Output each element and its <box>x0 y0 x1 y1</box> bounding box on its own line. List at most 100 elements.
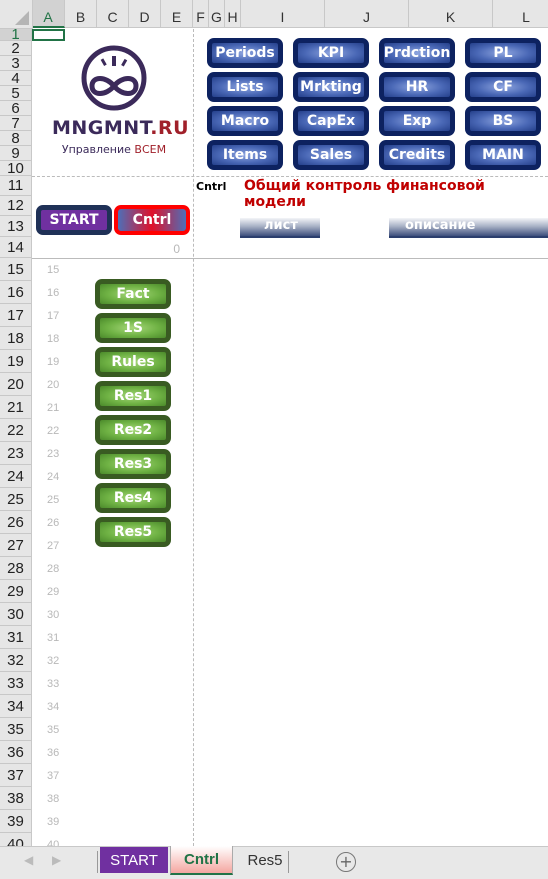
row-header-38[interactable]: 38 <box>0 787 32 810</box>
row-index-value: 20 <box>47 379 60 391</box>
row-header-11[interactable]: 11 <box>0 176 32 196</box>
nav-button-kpi[interactable]: KPI <box>293 38 369 68</box>
row-header-39[interactable]: 39 <box>0 810 32 833</box>
nav-button-cf[interactable]: CF <box>465 72 541 102</box>
row-header-1[interactable]: 1 <box>0 29 32 41</box>
row-header-6[interactable]: 6 <box>0 101 32 116</box>
row-header-34[interactable]: 34 <box>0 695 32 718</box>
column-header-i[interactable]: I <box>241 0 325 28</box>
nav-button-exp[interactable]: Exp <box>379 106 455 136</box>
column-header-g[interactable]: G <box>209 0 225 28</box>
nav-button-main[interactable]: MAIN <box>465 140 541 170</box>
row-header-28[interactable]: 28 <box>0 557 32 580</box>
nav-button-mrkting[interactable]: Mrkting <box>293 72 369 102</box>
row-header-29[interactable]: 29 <box>0 580 32 603</box>
row-header-33[interactable]: 33 <box>0 672 32 695</box>
tab-res5[interactable]: Res5 <box>240 847 290 873</box>
row-header-18[interactable]: 18 <box>0 327 32 350</box>
column-header-j[interactable]: J <box>325 0 409 28</box>
scroll-left-icon[interactable]: ◀ <box>24 853 33 867</box>
row-index-value: 29 <box>47 586 60 598</box>
nav-button-capex[interactable]: CapEx <box>293 106 369 136</box>
nav-button-pl[interactable]: PL <box>465 38 541 68</box>
side-button-res2[interactable]: Res2 <box>95 415 171 445</box>
logo-brand: MNGMNT.RU <box>52 117 189 139</box>
side-button-res4[interactable]: Res4 <box>95 483 171 513</box>
logo-tagline: Управление ВСЕМ <box>52 143 176 156</box>
nav-button-items[interactable]: Items <box>207 140 283 170</box>
row-header-3[interactable]: 3 <box>0 56 32 71</box>
row-index-value: 31 <box>47 632 60 644</box>
column-header-e[interactable]: E <box>161 0 193 28</box>
nav-button-macro[interactable]: Macro <box>207 106 283 136</box>
row-index-value: 25 <box>47 494 60 506</box>
column-header-d[interactable]: D <box>129 0 161 28</box>
side-button-res5[interactable]: Res5 <box>95 517 171 547</box>
side-button-1s[interactable]: 1S <box>95 313 171 343</box>
row-header-36[interactable]: 36 <box>0 741 32 764</box>
row-header-23[interactable]: 23 <box>0 442 32 465</box>
row-header-7[interactable]: 7 <box>0 116 32 131</box>
nav-button-credits[interactable]: Credits <box>379 140 455 170</box>
nav-button-sales[interactable]: Sales <box>293 140 369 170</box>
row-header-17[interactable]: 17 <box>0 304 32 327</box>
row-header-32[interactable]: 32 <box>0 649 32 672</box>
row-header-25[interactable]: 25 <box>0 488 32 511</box>
row-header-5[interactable]: 5 <box>0 86 32 101</box>
tab-cntrl[interactable]: Cntrl <box>170 846 233 875</box>
row-header-13[interactable]: 13 <box>0 216 32 237</box>
row-header-10[interactable]: 10 <box>0 161 32 176</box>
row-header-16[interactable]: 16 <box>0 281 32 304</box>
side-button-res1[interactable]: Res1 <box>95 381 171 411</box>
scroll-right-icon[interactable]: ▶ <box>52 853 61 867</box>
row-header-12[interactable]: 12 <box>0 196 32 216</box>
sheet-title: Общий контроль финансовой модели <box>244 178 485 210</box>
row-header-27[interactable]: 27 <box>0 534 32 557</box>
row-index-value: 24 <box>47 471 60 483</box>
column-header-b[interactable]: B <box>65 0 97 28</box>
side-button-rules[interactable]: Rules <box>95 347 171 377</box>
row-index-value: 39 <box>47 816 60 828</box>
tagline-accent: ВСЕМ <box>134 143 167 156</box>
column-header-f[interactable]: F <box>193 0 209 28</box>
active-cell-a1[interactable] <box>32 29 65 41</box>
tab-start[interactable]: START <box>100 847 168 873</box>
row-header-15[interactable]: 15 <box>0 258 32 281</box>
row-index-value: 37 <box>47 770 60 782</box>
row-header-19[interactable]: 19 <box>0 350 32 373</box>
row-header-24[interactable]: 24 <box>0 465 32 488</box>
row-header-20[interactable]: 20 <box>0 373 32 396</box>
side-button-res3[interactable]: Res3 <box>95 449 171 479</box>
row-header-9[interactable]: 9 <box>0 146 32 161</box>
nav-button-periods[interactable]: Periods <box>207 38 283 68</box>
page-break-line <box>193 29 194 846</box>
row-header-31[interactable]: 31 <box>0 626 32 649</box>
row-header-37[interactable]: 37 <box>0 764 32 787</box>
column-header-k[interactable]: K <box>409 0 493 28</box>
nav-button-prdction[interactable]: Prdction <box>379 38 455 68</box>
row-header-35[interactable]: 35 <box>0 718 32 741</box>
row-header-8[interactable]: 8 <box>0 131 32 146</box>
row-header-14[interactable]: 14 <box>0 237 32 258</box>
cntrl-button[interactable]: Cntrl <box>114 205 190 235</box>
row-header-22[interactable]: 22 <box>0 419 32 442</box>
row-header-30[interactable]: 30 <box>0 603 32 626</box>
row-header-4[interactable]: 4 <box>0 71 32 86</box>
row-header-21[interactable]: 21 <box>0 396 32 419</box>
row-header-26[interactable]: 26 <box>0 511 32 534</box>
row-index-value: 36 <box>47 747 60 759</box>
row-index-value: 27 <box>47 540 60 552</box>
column-header-c[interactable]: C <box>97 0 129 28</box>
row-index-value: 30 <box>47 609 60 621</box>
nav-button-bs[interactable]: BS <box>465 106 541 136</box>
side-button-fact[interactable]: Fact <box>95 279 171 309</box>
nav-button-hr[interactable]: HR <box>379 72 455 102</box>
nav-button-lists[interactable]: Lists <box>207 72 283 102</box>
add-sheet-icon[interactable]: + <box>336 852 356 872</box>
column-header-h[interactable]: H <box>225 0 241 28</box>
start-button[interactable]: START <box>36 205 112 235</box>
column-header-a[interactable]: A <box>32 0 65 28</box>
column-header-l[interactable]: L <box>493 0 548 28</box>
row-header-2[interactable]: 2 <box>0 41 32 56</box>
select-all-corner[interactable] <box>0 0 33 29</box>
